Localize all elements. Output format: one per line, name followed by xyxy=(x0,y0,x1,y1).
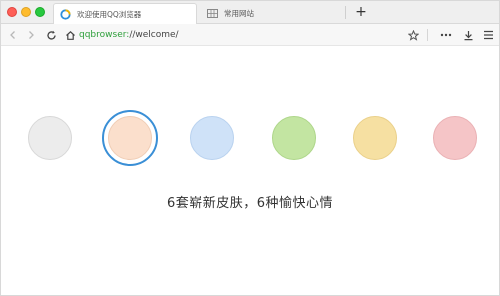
forward-button[interactable] xyxy=(23,27,39,43)
star-icon xyxy=(407,29,419,41)
close-window-button[interactable] xyxy=(7,7,17,17)
browser-window: 欢迎使用QQ浏览器 常用网站 + qqbrowser://welcome/ 6套… xyxy=(0,0,500,296)
url-scheme: qqbrowser: xyxy=(79,30,130,40)
navigation-bar: qqbrowser://welcome/ xyxy=(1,24,499,46)
more-options-button[interactable] xyxy=(438,27,454,43)
chevron-right-icon xyxy=(29,31,34,39)
tab-divider xyxy=(345,6,346,19)
chevron-left-icon xyxy=(10,31,15,39)
bookmark-button[interactable] xyxy=(405,27,421,43)
grid-page-icon xyxy=(207,8,218,19)
tab-favorite-sites[interactable]: 常用网站 xyxy=(201,3,345,24)
hamburger-menu-icon xyxy=(483,30,493,40)
zoom-window-button[interactable] xyxy=(35,7,45,17)
home-button[interactable] xyxy=(62,27,78,43)
skins-caption: 6套崭新皮肤，6种愉快心情 xyxy=(166,196,334,211)
skin-swatch-gray[interactable] xyxy=(28,116,72,160)
reload-button[interactable] xyxy=(43,27,59,43)
menu-button[interactable] xyxy=(480,27,496,43)
new-tab-button[interactable]: + xyxy=(352,3,370,21)
download-icon xyxy=(464,30,472,40)
welcome-page: 6套崭新皮肤，6种愉快心情 xyxy=(1,47,499,295)
home-icon xyxy=(65,30,75,40)
skin-swatch-peach[interactable] xyxy=(108,116,152,160)
download-button[interactable] xyxy=(460,27,476,43)
url-path: //welcome/ xyxy=(129,30,179,40)
tab-welcome[interactable]: 欢迎使用QQ浏览器 xyxy=(53,3,197,24)
qqbrowser-logo-icon xyxy=(60,8,71,20)
toolbar-divider xyxy=(427,29,428,41)
tab-welcome-label: 欢迎使用QQ浏览器 xyxy=(77,9,142,19)
minimize-window-button[interactable] xyxy=(21,7,31,17)
skin-swatch-green[interactable] xyxy=(272,116,316,160)
skin-swatch-blue[interactable] xyxy=(190,116,234,160)
tab-favorite-sites-label: 常用网站 xyxy=(224,9,254,18)
skin-swatch-yellow[interactable] xyxy=(353,116,397,160)
reload-icon xyxy=(46,30,56,40)
more-dots-icon xyxy=(440,33,452,37)
tab-strip: 欢迎使用QQ浏览器 常用网站 + xyxy=(1,1,499,24)
back-button[interactable] xyxy=(5,27,21,43)
skin-swatch-pink[interactable] xyxy=(433,116,477,160)
address-bar[interactable]: qqbrowser://welcome/ xyxy=(79,27,419,43)
